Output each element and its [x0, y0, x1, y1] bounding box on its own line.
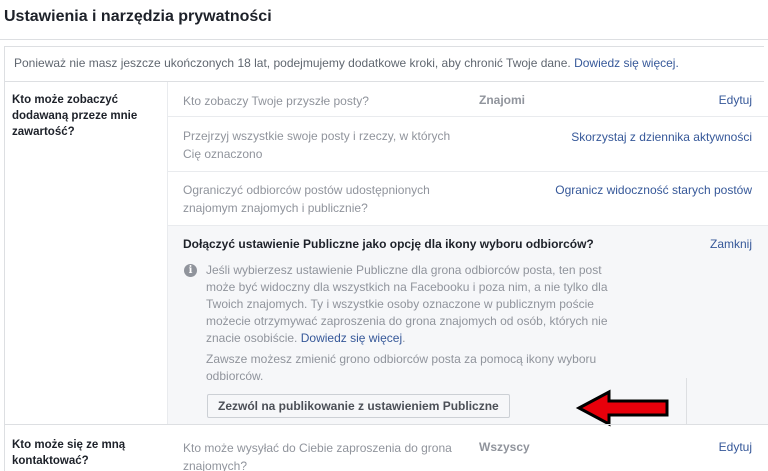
section-label-who-can-see: Kto może zobaczyć dodawaną przeze mnie z…: [12, 94, 138, 138]
public-option-title: Dołączyć ustawienie Publiczne jako opcję…: [183, 237, 594, 251]
info-icon: i: [184, 264, 197, 277]
close-panel-link[interactable]: Zamknij: [710, 237, 752, 251]
title-divider: [0, 39, 768, 40]
page-title: Ustawienia i narzędzia prywatności: [4, 8, 272, 25]
row-review-posts-question: Przejrzyj wszystkie swoje posty i rzeczy…: [183, 129, 451, 161]
panel-inner-divider: [686, 378, 687, 424]
row-future-posts-question: Kto zobaczy Twoje przyszłe posty?: [183, 94, 369, 108]
description-end: .: [402, 331, 406, 345]
allow-public-posting-button[interactable]: Zezwól na publikowanie z ustawieniem Pub…: [207, 394, 510, 418]
activity-log-link[interactable]: Skorzystaj z dziennika aktywności: [571, 130, 752, 144]
limit-past-posts-link[interactable]: Ogranicz widoczność starych postów: [555, 183, 752, 197]
red-arrow-annotation: [575, 389, 669, 427]
row-friend-requests-question: Kto może wysyłać do Ciebie zaproszenia d…: [183, 441, 452, 471]
row-friend-requests-value: Wszyscy: [479, 440, 530, 454]
notice-message: Ponieważ nie masz jeszcze ukończonych 18…: [14, 56, 571, 70]
row-future-posts-value: Znajomi: [479, 93, 526, 107]
edit-future-posts-link[interactable]: Edytuj: [719, 93, 752, 107]
row-divider: [168, 171, 768, 172]
row-divider: [168, 116, 768, 117]
settings-left-border: [4, 82, 5, 471]
description-learn-more-link[interactable]: Dowiedz się więcej: [301, 331, 402, 345]
age-notice: Ponieważ nie masz jeszcze ukończonych 18…: [4, 46, 764, 82]
section-divider: [4, 424, 768, 425]
notice-text: Ponieważ nie masz jeszcze ukończonych 18…: [14, 56, 679, 70]
description-text: Jeśli wybierzesz ustawienie Publiczne dl…: [206, 263, 608, 345]
notice-learn-more-link[interactable]: Dowiedz się więcej.: [574, 56, 679, 70]
public-option-description: Jeśli wybierzesz ustawienie Publiczne dl…: [206, 262, 626, 347]
row-limit-past-posts-question: Ograniczyć odbiorców postów udostępniony…: [183, 183, 430, 215]
edit-friend-requests-link[interactable]: Edytuj: [719, 440, 752, 454]
section-label-who-can-contact: Kto może się ze mną kontaktować?: [12, 439, 126, 467]
audience-selector-note: Zawsze możesz zmienić grono odbiorców po…: [206, 352, 597, 383]
